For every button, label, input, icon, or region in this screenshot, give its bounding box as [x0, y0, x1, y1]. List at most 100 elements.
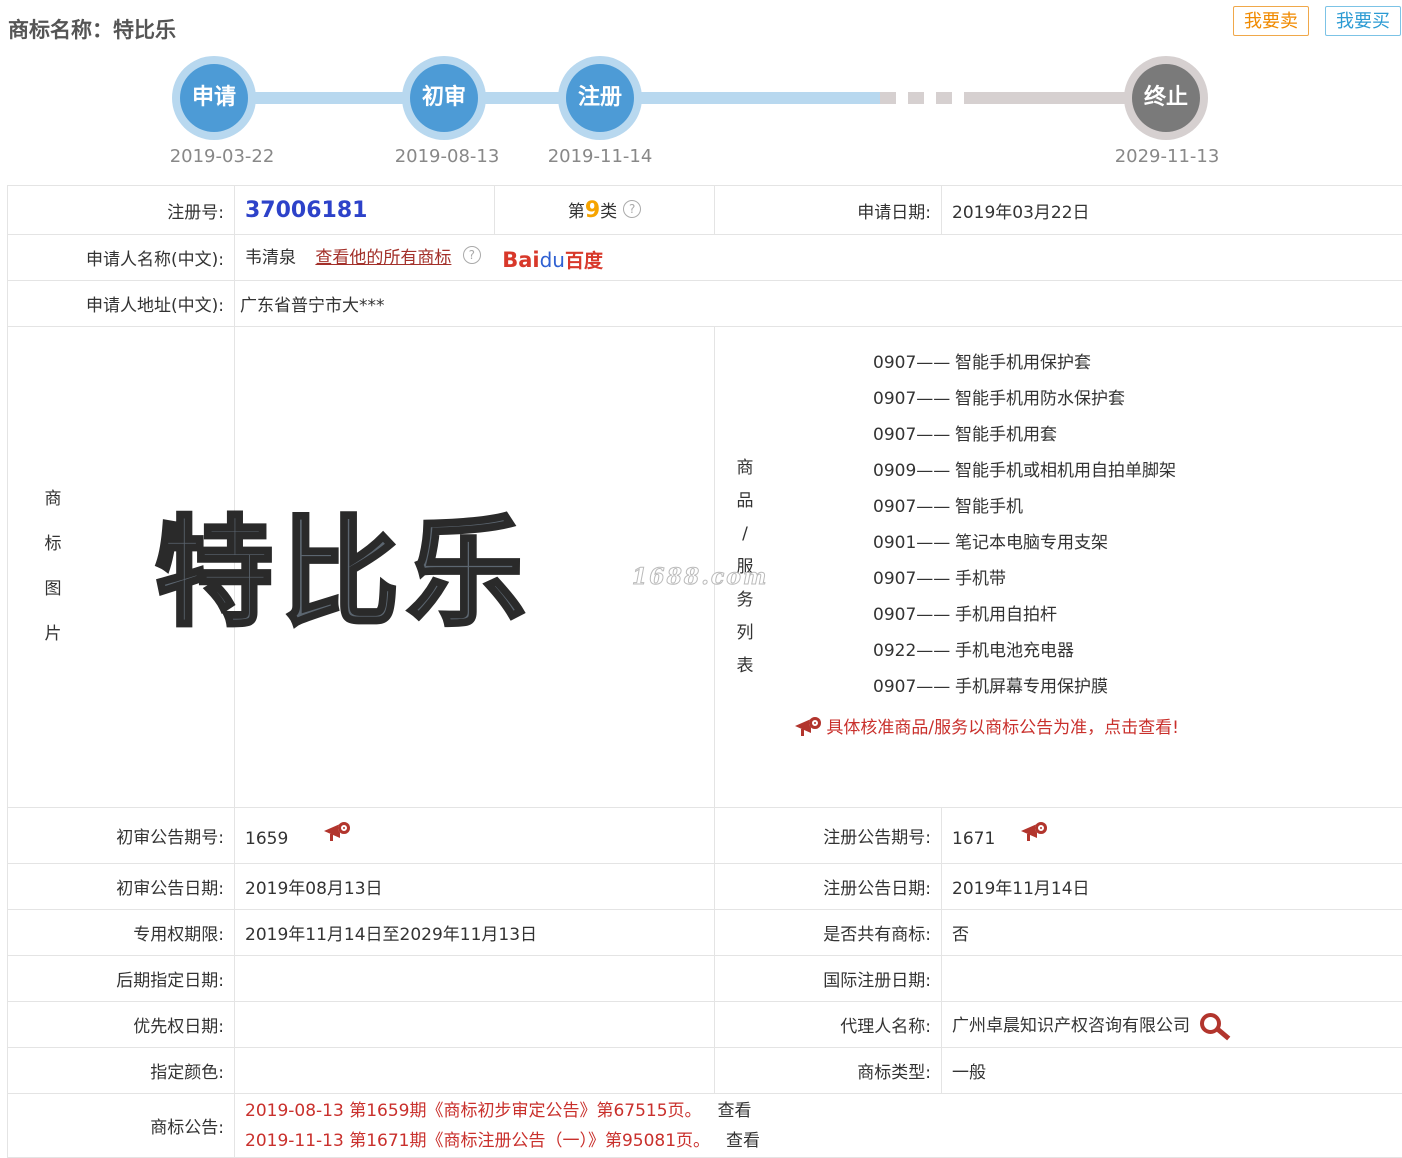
timeline-progress-bar	[214, 92, 880, 104]
goods-name: 智能手机用防水保护套	[955, 389, 1125, 409]
goods-name: 智能手机或相机用自拍单脚架	[955, 461, 1176, 481]
applicant-cell: 韦清泉 查看他的所有商标 ? Baidu百度	[235, 235, 1402, 281]
agent-label: 代理人名称:	[715, 1002, 942, 1048]
image-label-char: 片	[8, 612, 98, 657]
list-item: 0907——智能手机用防水保护套	[873, 381, 1402, 417]
goods-code: 0907——	[873, 345, 955, 381]
timeline-dash	[936, 92, 952, 104]
reg-no-value: 37006181	[245, 198, 367, 223]
timeline-node-prelim: 初审	[402, 56, 486, 140]
color-label: 指定颜色:	[8, 1048, 235, 1094]
list-item: 0907——智能手机	[873, 489, 1402, 525]
class-prefix: 第	[568, 202, 585, 222]
agent-cell: 广州卓晨知识产权咨询有限公司	[942, 1002, 1402, 1048]
apply-date-value: 2019年03月22日	[942, 186, 1402, 235]
table-row: 初审公告日期: 2019年08月13日 注册公告日期: 2019年11月14日	[8, 864, 1402, 910]
trademark-info-table: 注册号: 37006181 第9类? 申请日期: 2019年03月22日 申请人…	[7, 185, 1402, 1158]
baidu-paw-icon: du	[540, 248, 565, 272]
goods-label-char: 表	[705, 650, 785, 683]
list-item: 0922——手机电池充电器	[873, 633, 1402, 669]
announcement-view-link[interactable]: 查看	[718, 1101, 752, 1121]
timeline-date: 2019-08-13	[377, 146, 517, 167]
list-item: 0907——手机用自拍杆	[873, 597, 1402, 633]
prelim-date-value: 2019年08月13日	[235, 864, 715, 910]
timeline-node-apply: 申请	[172, 56, 256, 140]
goods-label-char: 列	[705, 617, 785, 650]
baidu-logo-text: Bai	[502, 248, 539, 272]
table-row: 指定颜色: 商标类型: 一般	[8, 1048, 1402, 1094]
announcement-item: 2019-11-13 第1671期《商标注册公告（一）》第95081页。查看	[245, 1126, 1392, 1156]
list-item: 0907——手机带	[873, 561, 1402, 597]
all-marks-link[interactable]: 查看他的所有商标	[315, 248, 451, 268]
megaphone-icon[interactable]	[324, 822, 350, 840]
announcement-item: 2019-08-13 第1659期《商标初步审定公告》第67515页。查看	[245, 1096, 1392, 1126]
goods-label-char: 品	[705, 485, 785, 518]
timeline-node-label: 初审	[410, 64, 478, 132]
shared-value: 否	[942, 910, 1402, 956]
type-label: 商标类型:	[715, 1048, 942, 1094]
address-label: 申请人地址(中文):	[8, 281, 235, 327]
intl-date-label: 国际注册日期:	[715, 956, 942, 1002]
goods-name: 智能手机	[955, 497, 1023, 517]
announcement-text: 2019-11-13 第1671期《商标注册公告（一）》第95081页。	[245, 1131, 710, 1151]
goods-code: 0907——	[873, 597, 955, 633]
help-icon[interactable]: ?	[623, 200, 641, 218]
megaphone-icon	[795, 717, 821, 735]
intl-date-value	[942, 956, 1402, 1002]
prelim-no-cell: 1659	[235, 808, 715, 864]
timeline-dash	[880, 92, 896, 104]
timeline-node-label: 终止	[1132, 64, 1200, 132]
megaphone-icon[interactable]	[1021, 822, 1047, 840]
priority-label: 优先权日期:	[8, 1002, 235, 1048]
applicant-label: 申请人名称(中文):	[8, 235, 235, 281]
baidu-logo[interactable]: Baidu百度	[502, 246, 603, 273]
reg-pub-date-label: 注册公告日期:	[715, 864, 942, 910]
timeline-date: 2029-11-13	[1097, 146, 1237, 167]
list-item: 0907——智能手机用套	[873, 417, 1402, 453]
buy-button[interactable]: 我要买	[1325, 6, 1401, 36]
list-item: 0901——笔记本电脑专用支架	[873, 525, 1402, 561]
goods-code: 0901——	[873, 525, 955, 561]
priority-value	[235, 1002, 715, 1048]
reg-pub-no-cell: 1671	[942, 808, 1402, 864]
class-suffix: 类	[600, 202, 617, 222]
table-row: 申请人地址(中文): 广东省普宁市大***	[8, 281, 1402, 327]
goods-notice-link[interactable]: 具体核准商品/服务以商标公告为准，点击查看!	[795, 713, 1402, 738]
goods-name: 智能手机用保护套	[955, 353, 1091, 373]
baidu-logo-text: 百度	[565, 250, 603, 272]
timeline-node-expire: 终止	[1124, 56, 1208, 140]
goods-code: 0907——	[873, 561, 955, 597]
watermark: 1688.com	[632, 564, 768, 590]
agent-value: 广州卓晨知识产权咨询有限公司	[952, 1016, 1190, 1036]
goods-list-cell: 0907——智能手机用保护套 0907——智能手机用防水保护套 0907——智能…	[785, 327, 1402, 807]
goods-name: 手机屏幕专用保护膜	[955, 677, 1108, 697]
goods-name: 手机电池充电器	[955, 641, 1074, 661]
announce-cell: 2019-08-13 第1659期《商标初步审定公告》第67515页。查看 20…	[235, 1094, 1402, 1158]
reg-no-label: 注册号:	[8, 186, 235, 235]
applicant-name: 韦清泉	[245, 248, 296, 268]
timeline-node-label: 注册	[566, 64, 634, 132]
table-row: 注册号: 37006181 第9类? 申请日期: 2019年03月22日	[8, 186, 1402, 235]
goods-notice-text: 具体核准商品/服务以商标公告为准，点击查看!	[826, 718, 1179, 738]
shared-label: 是否共有商标:	[715, 910, 942, 956]
class-cell: 第9类?	[495, 186, 715, 235]
announcement-view-link[interactable]: 查看	[726, 1131, 760, 1151]
reg-pub-no-label: 注册公告期号:	[715, 808, 942, 864]
table-row: 后期指定日期: 国际注册日期:	[8, 956, 1402, 1002]
table-row: 优先权日期: 代理人名称: 广州卓晨知识产权咨询有限公司	[8, 1002, 1402, 1048]
announcement-text: 2019-08-13 第1659期《商标初步审定公告》第67515页。	[245, 1101, 702, 1121]
term-value: 2019年11月14日至2029年11月13日	[235, 910, 715, 956]
later-date-label: 后期指定日期:	[8, 956, 235, 1002]
status-timeline: 申请 初审 注册 终止 2019-03-22 2019-08-13 2019-1…	[0, 50, 1402, 180]
goods-name: 智能手机用套	[955, 425, 1057, 445]
page-title: 商标名称：特比乐	[8, 14, 176, 44]
search-icon[interactable]	[1200, 1013, 1230, 1039]
prelim-no-value: 1659	[245, 829, 288, 849]
prelim-no-label: 初审公告期号:	[8, 808, 235, 864]
goods-code: 0907——	[873, 417, 955, 453]
goods-code: 0907——	[873, 489, 955, 525]
sell-button[interactable]: 我要卖	[1233, 6, 1309, 36]
goods-label-char: /	[705, 518, 785, 551]
table-row: 初审公告期号: 1659 注册公告期号: 1671	[8, 808, 1402, 864]
help-icon[interactable]: ?	[463, 246, 481, 264]
